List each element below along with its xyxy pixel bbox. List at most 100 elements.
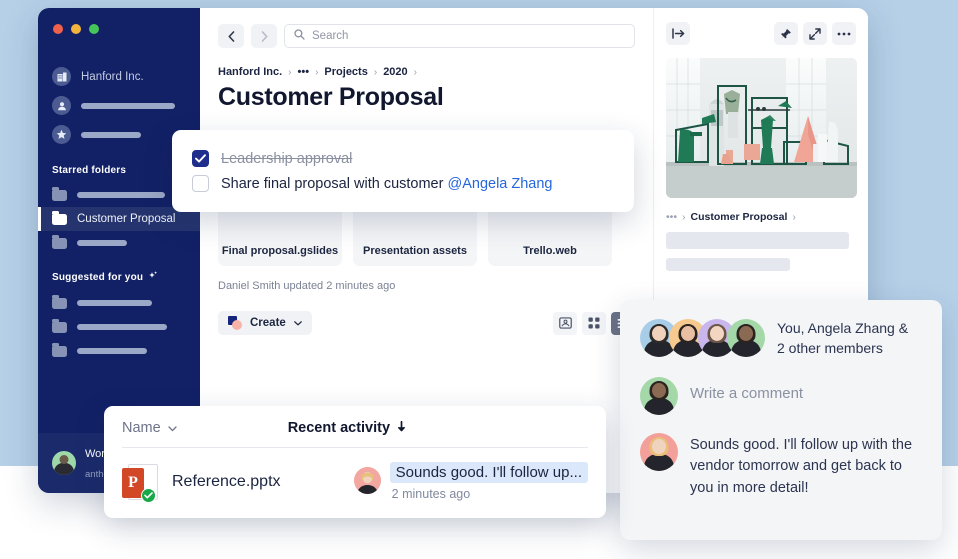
avatar [640, 432, 678, 471]
top-navbar: Search [218, 24, 635, 48]
avatar [353, 466, 381, 494]
preview-placeholder-bar [666, 258, 790, 271]
file-list-card: Name Recent activity P Reference.pptx So… [104, 406, 606, 518]
sidebar-folder-label: Customer Proposal [77, 213, 176, 225]
search-icon [294, 29, 305, 43]
avatar [727, 319, 765, 358]
sidebar-placeholder-bar [77, 324, 167, 330]
org-name: Hanford Inc. [81, 70, 144, 83]
mention-link[interactable]: @Angela Zhang [447, 176, 552, 192]
preview-breadcrumb: ••• › Customer Proposal › [666, 211, 856, 223]
members-line-2: 2 other members [777, 340, 883, 357]
checklist-card: Leadership approval Share final proposal… [172, 130, 634, 212]
more-icon[interactable]: ••• [666, 211, 677, 223]
folder-icon [52, 294, 67, 309]
comment-composer[interactable]: Write a comment [640, 376, 922, 415]
comment-text: Sounds good. I'll follow up with the ven… [690, 436, 913, 497]
preview-breadcrumb-label[interactable]: Customer Proposal [691, 211, 788, 223]
page-title: Customer Proposal [218, 83, 444, 111]
sidebar-folder-item[interactable] [38, 231, 200, 255]
last-updated-text: Daniel Smith updated 2 minutes ago [218, 280, 396, 292]
sidebar-placeholder-bar [77, 348, 147, 354]
sidebar-placeholder-bar [77, 192, 165, 198]
pin-icon[interactable] [774, 22, 798, 45]
maximize-window-button[interactable] [89, 24, 99, 34]
sidebar-top-section: Hanford Inc. Starred folders Customer Pr… [38, 62, 200, 363]
grid-view-button[interactable] [582, 311, 606, 335]
create-brand-icon [228, 316, 242, 330]
breadcrumb-item-2[interactable]: Projects [324, 66, 367, 78]
file-card-label: Presentation assets [363, 245, 467, 257]
avatar [640, 376, 678, 415]
action-toolbar: Create [218, 311, 635, 335]
file-card-label: Final proposal.gslides [221, 245, 339, 257]
breadcrumb-separator: › [288, 66, 292, 78]
preview-view-button[interactable] [553, 311, 577, 335]
screen: Hanford Inc. Starred folders Customer Pr… [0, 0, 958, 559]
preview-placeholder-bar [666, 232, 849, 249]
powerpoint-icon: P [122, 462, 160, 503]
column-header-recent-label: Recent activity [287, 420, 391, 436]
sidebar-folder-item[interactable] [38, 291, 200, 315]
sidebar-folder-item[interactable] [38, 315, 200, 339]
sidebar-folder-item[interactable] [38, 339, 200, 363]
sidebar-item-people[interactable] [38, 91, 200, 120]
activity-snippet[interactable]: Sounds good. I'll follow up... [389, 461, 588, 483]
folder-icon [52, 186, 67, 201]
breadcrumb-separator: › [315, 66, 319, 78]
file-card-label: Trello.web [523, 245, 577, 257]
sidebar-placeholder-bar [77, 240, 127, 246]
members-row[interactable]: You, Angela Zhang & 2 other members [640, 318, 922, 359]
breadcrumb-item-3[interactable]: 2020 [383, 66, 407, 78]
recent-activity-cell: Sounds good. I'll follow up... 2 minutes… [353, 461, 588, 501]
comment-entry: Sounds good. I'll follow up with the ven… [640, 432, 922, 500]
search-input[interactable]: Search [284, 24, 635, 48]
breadcrumb-item-1[interactable]: ••• [298, 66, 310, 78]
window-traffic-lights[interactable] [53, 24, 99, 34]
divider [122, 447, 588, 448]
expand-icon[interactable] [803, 22, 827, 45]
checklist-item-leadership-approval[interactable]: Leadership approval [192, 146, 614, 171]
folder-icon [52, 234, 67, 249]
file-preview-image[interactable] [666, 58, 857, 198]
breadcrumb-separator: › [682, 211, 686, 223]
sidebar-placeholder-bar [81, 102, 175, 109]
breadcrumb-item-0[interactable]: Hanford Inc. [218, 66, 282, 78]
checkbox-unchecked[interactable] [192, 175, 209, 192]
close-window-button[interactable] [53, 24, 63, 34]
collapse-panel-icon[interactable] [666, 22, 690, 45]
avatar [52, 451, 76, 475]
preview-panel-toolbar [666, 22, 856, 45]
sparkle-icon [148, 271, 158, 284]
column-header-name[interactable]: Name [122, 420, 177, 436]
breadcrumb-separator: › [792, 211, 796, 223]
breadcrumb-separator: › [373, 66, 378, 78]
more-icon[interactable] [832, 22, 856, 45]
members-label: You, Angela Zhang & 2 other members [777, 318, 908, 359]
sidebar-section-text: Suggested for you [52, 272, 144, 283]
forward-button[interactable] [251, 24, 277, 48]
create-button-label: Create [250, 317, 286, 329]
chevron-down-icon [293, 317, 302, 329]
comment-input-placeholder[interactable]: Write a comment [690, 377, 803, 415]
checkbox-checked[interactable] [192, 150, 209, 167]
minimize-window-button[interactable] [71, 24, 81, 34]
star-icon [52, 125, 71, 144]
search-placeholder: Search [312, 30, 349, 42]
sidebar-item-org[interactable]: Hanford Inc. [38, 62, 200, 91]
column-header-recent-activity[interactable]: Recent activity [288, 420, 406, 436]
sort-down-icon [397, 420, 406, 436]
checklist-item-share-proposal[interactable]: Share final proposal with customer @Ange… [192, 171, 614, 196]
sidebar-placeholder-bar [77, 300, 152, 306]
folder-icon [52, 318, 67, 333]
comments-card: You, Angela Zhang & 2 other members Writ… [620, 300, 942, 540]
file-list-header: Name Recent activity [122, 420, 588, 436]
folder-icon [52, 342, 67, 357]
chevron-down-icon [168, 420, 177, 436]
person-icon [52, 96, 71, 115]
checklist-item-label: Leadership approval [221, 150, 353, 167]
create-button[interactable]: Create [218, 311, 312, 335]
back-button[interactable] [218, 24, 244, 48]
table-row[interactable]: P Reference.pptx Sounds good. I'll follo… [122, 461, 588, 503]
column-header-name-label: Name [122, 420, 161, 436]
